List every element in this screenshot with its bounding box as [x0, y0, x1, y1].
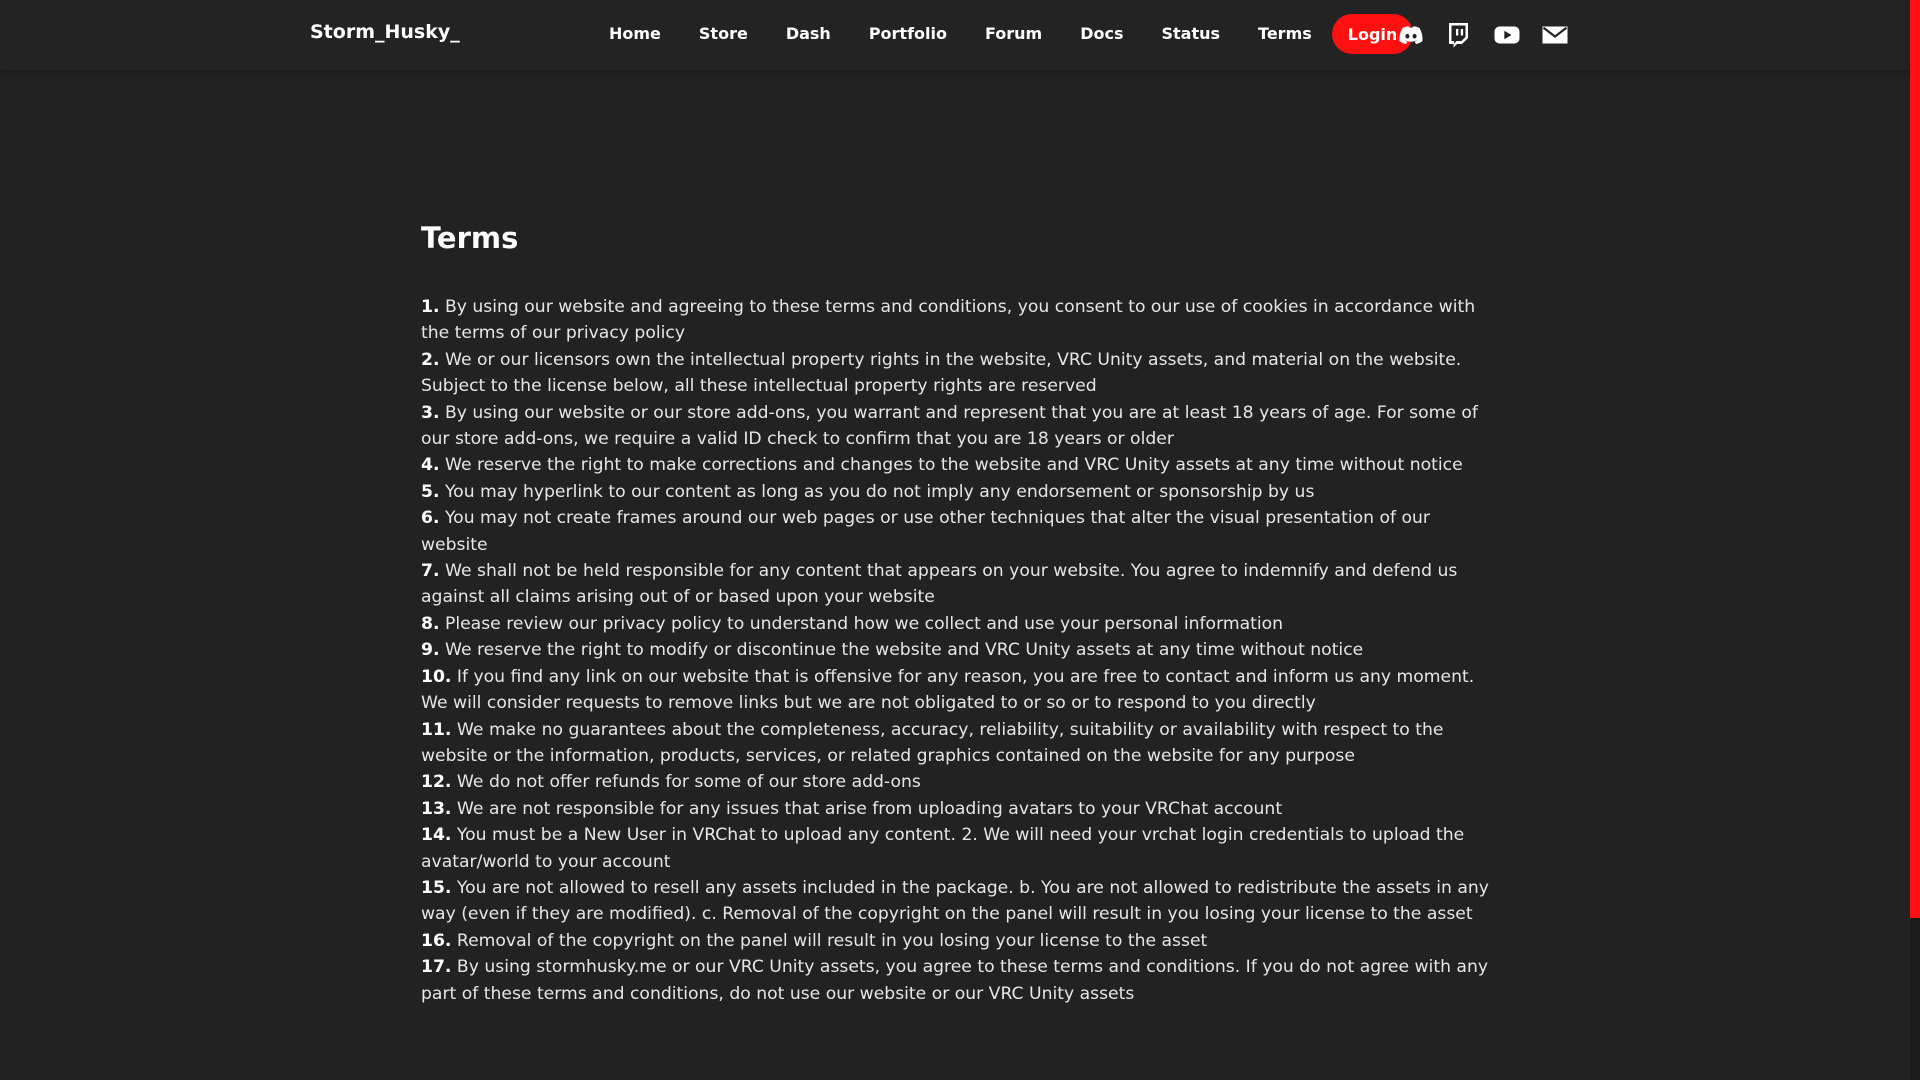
- term-number: 15.: [421, 877, 452, 898]
- nav-link-portfolio[interactable]: Portfolio: [850, 14, 966, 54]
- term-text: By using our website or our store add-on…: [421, 402, 1478, 450]
- term-number: 8.: [421, 613, 440, 634]
- term-number: 16.: [421, 930, 452, 951]
- term-number: 13.: [421, 798, 452, 819]
- twitch-icon[interactable]: [1443, 20, 1473, 50]
- term-text: We reserve the right to modify or discon…: [439, 640, 1364, 661]
- term-number: 4.: [421, 455, 440, 476]
- term-number: 7.: [421, 561, 440, 582]
- term-item-15: 15. You are not allowed to resell any as…: [421, 875, 1491, 928]
- term-text: We shall not be held responsible for any…: [421, 561, 1458, 608]
- term-item-5: 5. You may hyperlink to our content as l…: [421, 479, 1491, 505]
- term-item-4: 4. We reserve the right to make correcti…: [421, 452, 1491, 478]
- term-item-12: 12. We do not offer refunds for some of …: [421, 769, 1491, 795]
- term-text: You must be a New User in VRChat to uplo…: [421, 825, 1465, 872]
- term-number: 3.: [421, 402, 440, 423]
- term-text: You may not create frames around our web…: [421, 508, 1430, 555]
- nav-link-home[interactable]: Home: [590, 14, 680, 54]
- term-item-7: 7. We shall not be held responsible for …: [421, 558, 1491, 611]
- term-text: If you find any link on our website that…: [421, 666, 1475, 714]
- term-text: We do not offer refunds for some of our …: [451, 772, 921, 793]
- discord-icon[interactable]: [1396, 20, 1426, 50]
- term-number: 12.: [421, 772, 452, 793]
- nav-link-docs[interactable]: Docs: [1061, 14, 1142, 54]
- term-item-14: 14. You must be a New User in VRChat to …: [421, 822, 1491, 875]
- term-number: 1.: [421, 297, 440, 317]
- term-item-17: 17. By using stormhusky.me or our VRC Un…: [421, 954, 1491, 1007]
- term-item-6: 6. You may not create frames around our …: [421, 505, 1491, 558]
- nav-link-dash[interactable]: Dash: [767, 14, 850, 54]
- nav-link-store[interactable]: Store: [680, 14, 767, 54]
- term-text: We make no guarantees about the complete…: [421, 719, 1444, 766]
- nav-link-status[interactable]: Status: [1143, 14, 1240, 54]
- mail-icon[interactable]: [1540, 20, 1570, 50]
- term-item-10: 10. If you find any link on our website …: [421, 664, 1491, 717]
- term-number: 6.: [421, 508, 440, 529]
- scrollbar-thumb[interactable]: [1910, 0, 1920, 918]
- term-text: Removal of the copyright on the panel wi…: [451, 930, 1208, 951]
- term-text: By using stormhusky.me or our VRC Unity …: [421, 957, 1489, 1004]
- term-number: 11.: [421, 719, 452, 740]
- term-item-8: 8. Please review our privacy policy to u…: [421, 611, 1491, 637]
- term-number: 9.: [421, 640, 440, 661]
- term-text: We are not responsible for any issues th…: [451, 798, 1283, 819]
- term-text: We or our licensors own the intellectual…: [421, 349, 1462, 397]
- term-item-11: 11. We make no guarantees about the comp…: [421, 717, 1491, 770]
- terms-content: Terms 1. By using our website and agreei…: [421, 218, 1491, 1004]
- terms-list: 1. By using our website and agreeing to …: [421, 294, 1491, 1007]
- nav-link-terms[interactable]: Terms: [1239, 14, 1331, 54]
- scrollbar-track[interactable]: [1910, 0, 1920, 1080]
- term-item-1: 1. By using our website and agreeing to …: [421, 294, 1491, 347]
- term-item-3: 3. By using our website or our store add…: [421, 400, 1491, 453]
- term-item-2: 2. We or our licensors own the intellect…: [421, 347, 1491, 400]
- brand-logo-link[interactable]: Storm_Husky_: [310, 21, 460, 43]
- term-number: 17.: [421, 957, 452, 978]
- term-number: 10.: [421, 666, 452, 687]
- term-text: Please review our privacy policy to unde…: [439, 613, 1284, 634]
- term-item-9: 9. We reserve the right to modify or dis…: [421, 637, 1491, 663]
- term-number: 2.: [421, 349, 440, 370]
- term-number: 14.: [421, 825, 452, 846]
- top-navbar: Storm_Husky_ Home Store Dash Portfolio F…: [0, 0, 1910, 70]
- term-item-13: 13. We are not responsible for any issue…: [421, 796, 1491, 822]
- term-text: By using our website and agreeing to the…: [421, 297, 1476, 344]
- term-text: You are not allowed to resell any assets…: [421, 877, 1489, 925]
- nav-links: Home Store Dash Portfolio Forum Docs Sta…: [590, 14, 1414, 54]
- youtube-icon[interactable]: [1492, 20, 1522, 50]
- term-item-16: 16. Removal of the copyright on the pane…: [421, 928, 1491, 954]
- term-text: You may hyperlink to our content as long…: [439, 481, 1315, 502]
- page-title: Terms: [421, 221, 519, 255]
- nav-link-forum[interactable]: Forum: [966, 14, 1061, 54]
- term-number: 5.: [421, 481, 440, 502]
- term-text: We reserve the right to make corrections…: [439, 455, 1463, 476]
